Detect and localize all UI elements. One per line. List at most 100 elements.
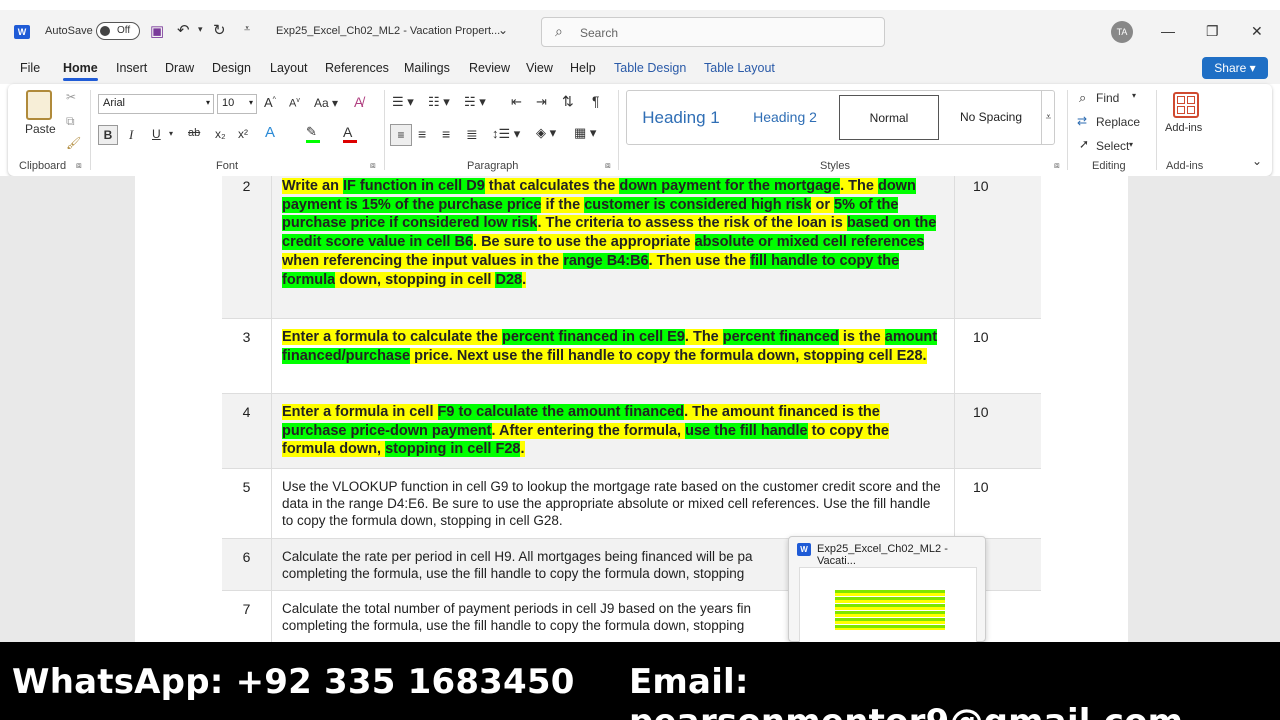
paste-icon[interactable] [26, 90, 52, 120]
step-instructions[interactable]: Use the VLOOKUP function in cell G9 to l… [272, 469, 955, 538]
numbering-icon[interactable]: ☷ ▾ [428, 94, 450, 110]
document-title[interactable]: Exp25_Excel_Ch02_ML2 - Vacation Propert.… [276, 25, 500, 37]
ribbon: Paste ✂ ⧉ 🖌 Clipboard ⧈ Arial ▾ 10 ▾ A^ Av… [8, 84, 1272, 176]
style-normal[interactable]: Normal [839, 95, 939, 140]
decrease-indent-icon[interactable]: ⇤ [511, 94, 522, 110]
underline-dropdown-icon[interactable]: ▾ [169, 129, 173, 138]
justify-icon[interactable]: ≣ [466, 126, 478, 143]
tab-layout[interactable]: Layout [270, 61, 308, 75]
copy-icon[interactable]: ⧉ [66, 114, 75, 129]
clear-formatting-icon[interactable]: A̸ [354, 94, 363, 110]
sort-icon[interactable]: ⇅ [562, 93, 574, 110]
strikethrough-button[interactable]: ab [188, 127, 200, 139]
paragraph-launcher-icon[interactable]: ⧈ [605, 160, 611, 171]
separator [1156, 90, 1157, 170]
highlight-color-icon[interactable]: ✎ [306, 124, 320, 143]
tab-design[interactable]: Design [212, 61, 251, 75]
user-avatar[interactable]: TA [1111, 21, 1133, 43]
add-ins-icon[interactable] [1173, 92, 1199, 118]
minimize-icon[interactable]: — [1161, 23, 1175, 39]
font-color-icon[interactable]: A [343, 124, 357, 143]
font-name-chevron-icon: ▾ [205, 98, 210, 107]
preview-title: Exp25_Excel_Ch02_ML2 - Vacati... [817, 543, 948, 567]
format-painter-icon[interactable]: 🖌 [66, 136, 81, 150]
underline-button[interactable]: U [152, 127, 161, 141]
word-app-icon: W [14, 25, 30, 39]
tab-review[interactable]: Review [469, 61, 510, 75]
highlighted-text-segment: is the [838, 329, 885, 345]
select-dropdown-icon[interactable]: ▾ [1129, 140, 1133, 149]
collapse-ribbon-chevron-icon[interactable]: ⌄ [1252, 154, 1262, 168]
undo-dropdown-icon[interactable]: ▾ [198, 24, 203, 35]
font-launcher-icon[interactable]: ⧈ [370, 160, 376, 171]
styles-launcher-icon[interactable]: ⧈ [1054, 160, 1060, 171]
step-instructions[interactable]: Enter a formula in cell F9 to calculate … [272, 394, 955, 468]
select-cursor-icon[interactable]: ➚ [1079, 137, 1089, 151]
shading-icon[interactable]: ◈ ▾ [536, 125, 556, 141]
find-icon[interactable]: ⌕ [1079, 90, 1086, 106]
editing-group-label: Editing [1092, 160, 1126, 172]
font-name-field[interactable]: Arial ▾ [98, 94, 214, 114]
replace-icon[interactable]: ⇄ [1077, 114, 1087, 128]
font-size-field[interactable]: 10 ▾ [217, 94, 257, 114]
replace-button[interactable]: Replace [1096, 115, 1140, 129]
autosave-toggle[interactable]: Off [96, 22, 140, 40]
document-area[interactable]: 2 Write an IF function in cell D9 that c… [0, 176, 1280, 642]
tab-mailings[interactable]: Mailings [404, 61, 450, 75]
customize-toolbar-icon[interactable]: ⩡ [244, 23, 250, 36]
show-formatting-icon[interactable]: ¶ [592, 93, 600, 109]
paste-label[interactable]: Paste [25, 122, 56, 136]
bold-button[interactable]: B [98, 125, 118, 145]
style-heading-1[interactable]: Heading 1 [631, 95, 731, 140]
search-box[interactable]: ⌕ Search [541, 17, 885, 47]
italic-button[interactable]: I [129, 127, 133, 143]
tab-draw[interactable]: Draw [165, 61, 194, 75]
styles-more-icon[interactable]: ⩡ [1041, 91, 1055, 144]
align-center-icon[interactable]: ≡ [418, 126, 426, 142]
tab-table-design[interactable]: Table Design [614, 61, 686, 75]
tab-home[interactable]: Home [63, 61, 98, 81]
close-icon[interactable]: ✕ [1251, 23, 1263, 40]
shrink-font-icon[interactable]: Av [289, 97, 300, 110]
select-button[interactable]: Select [1096, 139, 1129, 153]
style-heading-2[interactable]: Heading 2 [735, 95, 835, 140]
redo-icon[interactable]: ↻ [213, 21, 226, 39]
clipboard-launcher-icon[interactable]: ⧈ [76, 160, 82, 171]
find-dropdown-icon[interactable]: ▾ [1132, 91, 1136, 100]
share-label: Share [1214, 61, 1247, 75]
tab-insert[interactable]: Insert [116, 61, 147, 75]
borders-icon[interactable]: ▦ ▾ [574, 125, 596, 141]
align-right-icon[interactable]: ≡ [442, 126, 450, 142]
bullets-icon[interactable]: ☰ ▾ [392, 94, 414, 110]
multilevel-list-icon[interactable]: ☵ ▾ [464, 94, 486, 110]
increase-indent-icon[interactable]: ⇥ [536, 94, 547, 110]
subscript-button[interactable]: x₂ [215, 127, 226, 141]
title-chevron-down-icon[interactable]: ⌄ [498, 23, 508, 37]
restore-icon[interactable]: ❐ [1206, 23, 1219, 40]
window-preview-popup[interactable]: W Exp25_Excel_Ch02_ML2 - Vacati... [788, 536, 986, 643]
step-instructions[interactable]: Enter a formula to calculate the percent… [272, 319, 955, 393]
highlight-swatch [306, 140, 320, 143]
highlighted-text-segment: . The criteria to assess the risk of the… [537, 215, 847, 232]
style-no-spacing[interactable]: No Spacing [941, 95, 1041, 140]
cut-icon[interactable]: ✂ [66, 90, 76, 104]
superscript-button[interactable]: x² [238, 127, 248, 141]
tab-file[interactable]: File [20, 61, 40, 75]
text-effects-icon[interactable]: A [265, 124, 275, 141]
tab-table-layout[interactable]: Table Layout [704, 61, 775, 75]
align-left-button[interactable]: ≡ [390, 124, 412, 146]
tab-references[interactable]: References [325, 61, 389, 75]
add-ins-button[interactable]: Add-ins [1165, 122, 1202, 134]
add-ins-icon-cell [1177, 96, 1185, 104]
grow-font-icon[interactable]: A^ [264, 95, 276, 110]
step-instructions[interactable]: Write an IF function in cell D9 that cal… [272, 176, 955, 318]
highlighted-text-segment: . [840, 178, 849, 194]
save-icon[interactable]: ▣ [150, 22, 164, 40]
tab-help[interactable]: Help [570, 61, 596, 75]
line-spacing-icon[interactable]: ↕☰ ▾ [492, 126, 520, 142]
change-case-icon[interactable]: Aa ▾ [314, 96, 338, 110]
find-button[interactable]: Find [1096, 91, 1119, 105]
undo-icon[interactable]: ↶ [177, 21, 190, 39]
share-button[interactable]: Share ▾ [1202, 57, 1268, 79]
tab-view[interactable]: View [526, 61, 553, 75]
